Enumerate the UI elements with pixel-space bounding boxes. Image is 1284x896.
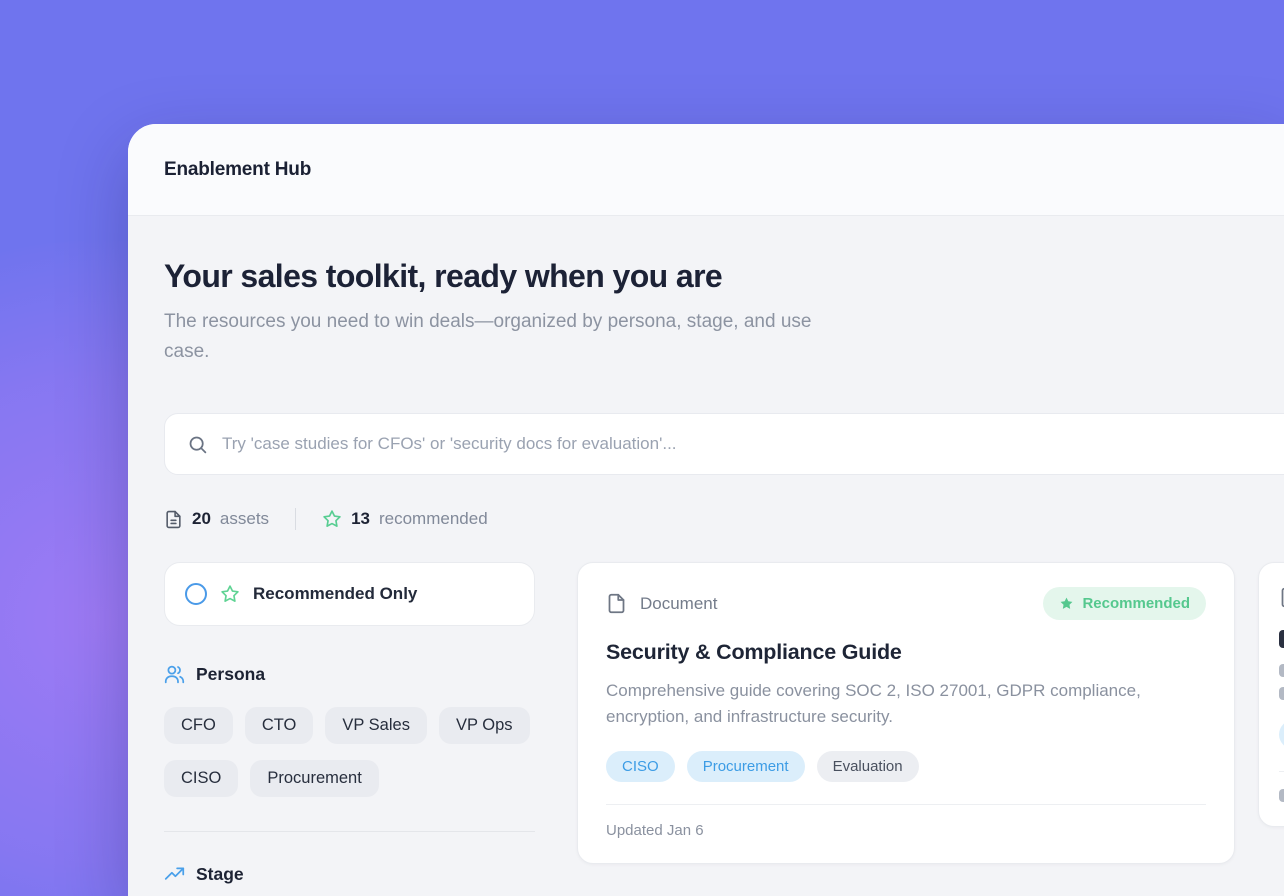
recommended-badge-label: Recommended xyxy=(1082,595,1190,612)
card-type: Document xyxy=(606,593,717,614)
filters-sidebar: Recommended Only Persona CFO CTO xyxy=(164,562,535,885)
card-description: Comprehensive guide covering SOC 2, ISO … xyxy=(606,678,1184,731)
app-title: Enablement Hub xyxy=(164,159,311,181)
persona-chip-cfo[interactable]: CFO xyxy=(164,707,233,744)
page-subtitle: The resources you need to win deals—orga… xyxy=(164,307,854,367)
persona-section-label: Persona xyxy=(196,664,265,685)
file-icon xyxy=(1279,587,1284,608)
page-title: Your sales toolkit, ready when you are xyxy=(164,258,1284,295)
persona-chip-procurement[interactable]: Procurement xyxy=(250,760,378,797)
star-filled-icon xyxy=(1059,596,1074,611)
asset-card-security-compliance-guide[interactable]: Document Recommended Security & Complian… xyxy=(577,562,1235,864)
card-description-placeholder xyxy=(1279,687,1284,700)
tag-procurement: Procurement xyxy=(687,751,805,782)
search-icon xyxy=(187,434,208,455)
recommended-label: recommended xyxy=(379,509,488,529)
star-icon xyxy=(220,584,240,604)
recommended-stat: 13 recommended xyxy=(322,509,488,529)
card-tag-row: CISO Procurement Evaluation xyxy=(606,751,1206,782)
tag-ciso: CISO xyxy=(606,751,675,782)
card-updated: Updated Jan 6 xyxy=(606,822,1206,839)
tag-evaluation: Evaluation xyxy=(817,751,919,782)
assets-count: 20 xyxy=(192,509,211,529)
card-title-placeholder xyxy=(1279,630,1284,648)
stage-section-header: Stage xyxy=(164,864,535,885)
card-type-label: Document xyxy=(640,594,717,614)
card-title: Security & Compliance Guide xyxy=(606,640,1206,665)
persona-section-header: Persona xyxy=(164,664,535,685)
trending-up-icon xyxy=(164,864,185,885)
recommended-badge: Recommended xyxy=(1043,587,1206,620)
panel-body: Your sales toolkit, ready when you are T… xyxy=(128,216,1284,885)
recommended-only-label: Recommended Only xyxy=(253,584,417,604)
card-updated-placeholder xyxy=(1279,789,1284,802)
panel-header: Enablement Hub xyxy=(128,124,1284,216)
file-text-icon xyxy=(164,510,183,529)
card-tag-placeholder xyxy=(1279,720,1284,749)
assets-stat: 20 assets xyxy=(164,509,269,529)
persona-chip-cto[interactable]: CTO xyxy=(245,707,314,744)
persona-chip-vp-ops[interactable]: VP Ops xyxy=(439,707,530,744)
card-divider xyxy=(606,804,1206,805)
sidebar-divider xyxy=(164,831,535,832)
asset-card-partial[interactable] xyxy=(1258,562,1284,827)
persona-chip-ciso[interactable]: CISO xyxy=(164,760,238,797)
card-divider xyxy=(1279,771,1284,772)
radio-circle-icon[interactable] xyxy=(185,583,207,605)
star-icon xyxy=(322,509,342,529)
persona-chip-vp-sales[interactable]: VP Sales xyxy=(325,707,427,744)
stats-divider xyxy=(295,508,296,530)
recommended-count: 13 xyxy=(351,509,370,529)
enablement-hub-panel: Enablement Hub Your sales toolkit, ready… xyxy=(128,124,1284,896)
file-icon xyxy=(606,593,627,614)
users-icon xyxy=(164,664,185,685)
persona-chip-row: CFO CTO VP Sales VP Ops CISO Procurement xyxy=(164,707,535,797)
card-type xyxy=(1279,587,1284,608)
search-bar[interactable] xyxy=(164,413,1284,475)
search-input[interactable] xyxy=(222,434,1284,454)
stats-row: 20 assets 13 recommended xyxy=(164,508,1284,530)
card-description-placeholder xyxy=(1279,664,1284,677)
assets-label: assets xyxy=(220,509,269,529)
stage-section-label: Stage xyxy=(196,864,244,885)
recommended-only-toggle[interactable]: Recommended Only xyxy=(164,562,535,626)
